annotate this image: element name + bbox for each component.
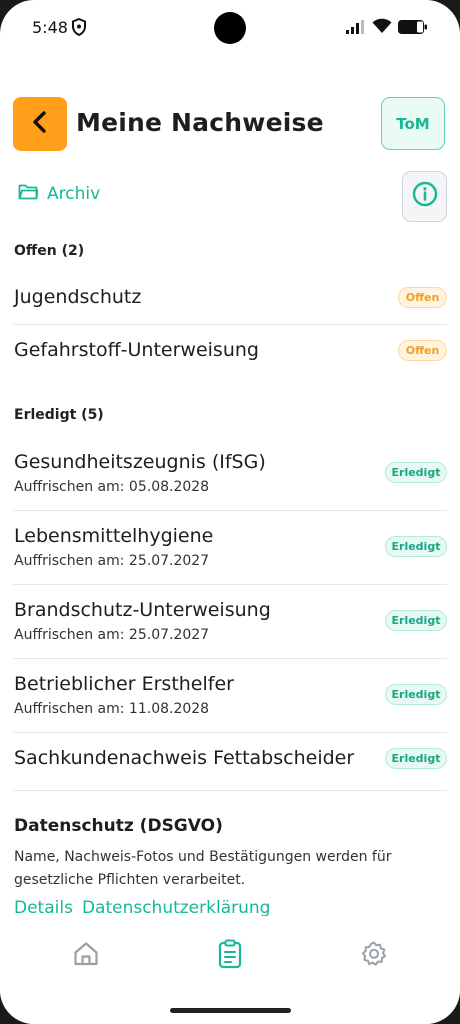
- privacy-links: Details Datenschutzerklärung: [14, 898, 279, 916]
- status-badge: Erledigt: [385, 536, 447, 557]
- item-title: Betrieblicher Ersthelfer: [14, 673, 234, 695]
- list-item[interactable]: Gefahrstoff-Unterweisung Offen: [13, 325, 447, 378]
- battery-icon: [398, 20, 428, 39]
- item-title: Jugendschutz: [14, 286, 142, 308]
- back-button[interactable]: [13, 97, 67, 151]
- privacy-policy-link[interactable]: Datenschutzerklärung: [82, 898, 271, 916]
- status-badge: Erledigt: [385, 462, 447, 483]
- item-title: Gesundheitszeugnis (IfSG): [14, 451, 266, 473]
- archive-link[interactable]: Archiv: [18, 183, 100, 205]
- list-item[interactable]: Jugendschutz Offen: [13, 272, 447, 325]
- list-item[interactable]: Betrieblicher Ersthelfer Auffrischen am:…: [13, 659, 447, 733]
- status-badge: Erledigt: [385, 610, 447, 631]
- list-item[interactable]: Gesundheitszeugnis (IfSG) Auffrischen am…: [13, 437, 447, 511]
- section-heading-open: Offen (2): [14, 243, 85, 259]
- item-title: Sachkundenachweis Fettabscheider: [14, 747, 355, 769]
- chevron-left-icon: [30, 110, 50, 139]
- details-link[interactable]: Details: [14, 898, 73, 916]
- privacy-title: Datenschutz (DSGVO): [14, 816, 223, 836]
- archive-label: Archiv: [47, 184, 101, 204]
- info-button[interactable]: [402, 171, 447, 222]
- item-refresh-date: Auffrischen am: 25.07.2027: [14, 553, 210, 569]
- status-badge: Erledigt: [385, 748, 447, 769]
- status-bar: 5:48: [0, 0, 460, 56]
- info-icon: [412, 181, 438, 212]
- nav-settings-button[interactable]: [354, 936, 394, 976]
- home-icon: [72, 940, 100, 973]
- item-title: Lebensmittelhygiene: [14, 525, 214, 547]
- list-item[interactable]: Sachkundenachweis Fettabscheider Erledig…: [13, 733, 447, 791]
- wifi-icon: [372, 18, 392, 39]
- signal-icon: [346, 20, 366, 39]
- section-heading-done: Erledigt (5): [14, 407, 104, 423]
- home-indicator: [170, 1008, 291, 1013]
- list-item[interactable]: Brandschutz-Unterweisung Auffrischen am:…: [13, 585, 447, 659]
- page-title: Meine Nachweise: [76, 108, 324, 137]
- app-screen: 5:48 Meine Nachweise ToM Archiv Offen (2…: [0, 0, 460, 1024]
- item-refresh-date: Auffrischen am: 05.08.2028: [14, 479, 210, 495]
- item-refresh-date: Auffrischen am: 25.07.2027: [14, 627, 210, 643]
- list-item[interactable]: Lebensmittelhygiene Auffrischen am: 25.0…: [13, 511, 447, 585]
- nav-home-button[interactable]: [66, 936, 106, 976]
- status-time: 5:48: [32, 18, 68, 37]
- clipboard-icon: [216, 939, 244, 974]
- camera-cutout: [214, 12, 246, 44]
- item-refresh-date: Auffrischen am: 11.08.2028: [14, 701, 210, 717]
- shield-icon: [71, 17, 87, 37]
- status-badge: Offen: [398, 340, 447, 361]
- status-badge: Erledigt: [385, 684, 447, 705]
- item-title: Gefahrstoff-Unterweisung: [14, 339, 259, 361]
- status-badge: Offen: [398, 287, 447, 308]
- item-title: Brandschutz-Unterweisung: [14, 599, 271, 621]
- nav-records-button[interactable]: [210, 936, 250, 976]
- gear-icon: [360, 940, 388, 973]
- user-avatar-button[interactable]: ToM: [381, 97, 445, 150]
- folder-icon: [18, 183, 39, 205]
- privacy-text: Name, Nachweis-Fotos und Bestätigungen w…: [14, 849, 392, 888]
